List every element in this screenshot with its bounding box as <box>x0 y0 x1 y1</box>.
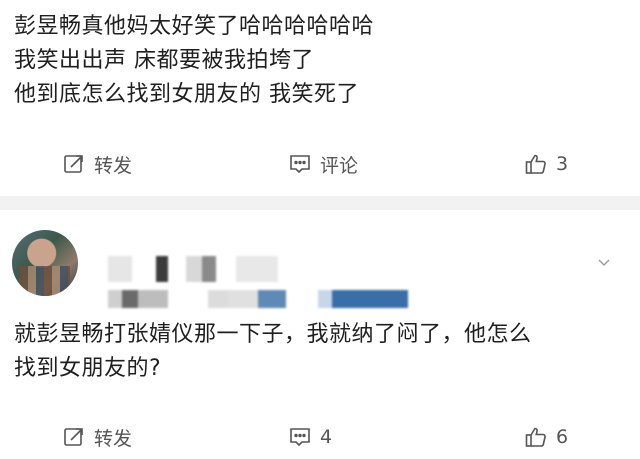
comment-button[interactable]: 评论 <box>288 142 358 186</box>
divider <box>0 196 640 210</box>
post-text-line: 找到女朋友的? <box>14 356 162 381</box>
post-text-line: 我笑出出声 床都要被我拍垮了 <box>14 48 314 73</box>
repost-label: 转发 <box>94 427 133 450</box>
like-count: 6 <box>556 426 569 448</box>
chevron-down-icon[interactable] <box>596 254 612 270</box>
post-text: 就彭昱畅打张婧仪那一下子，我就纳了闷了，他怎么 找到女朋友的? <box>14 318 626 386</box>
action-bar: 转发 评论 3 <box>0 142 640 186</box>
like-count: 3 <box>556 153 569 175</box>
post-card: 就彭昱畅打张婧仪那一下子，我就纳了闷了，他怎么 找到女朋友的? 转发 4 6 <box>0 210 640 459</box>
comment-icon <box>290 155 310 174</box>
repost-button[interactable]: 转发 <box>62 415 132 459</box>
comment-label: 评论 <box>320 154 359 177</box>
avatar[interactable] <box>12 230 78 296</box>
action-bar: 转发 4 6 <box>0 415 640 459</box>
repost-icon <box>64 155 83 173</box>
comment-count: 4 <box>320 426 333 448</box>
post-text-line: 彭昱畅真他妈太好笑了哈哈哈哈哈哈 <box>14 14 375 39</box>
post-text-line: 就彭昱畅打张婧仪那一下子，我就纳了闷了，他怎么 <box>14 322 532 347</box>
repost-button[interactable]: 转发 <box>62 142 132 186</box>
username-blurred <box>108 256 278 282</box>
comment-icon <box>290 428 310 447</box>
author-header <box>12 230 612 308</box>
post-meta-blurred <box>108 290 408 308</box>
thumbs-up-icon <box>525 427 546 447</box>
like-button[interactable]: 3 <box>524 142 568 186</box>
repost-icon <box>64 428 83 446</box>
comment-button[interactable]: 4 <box>288 415 332 459</box>
post-text-line: 他到底怎么找到女朋友的 我笑死了 <box>14 82 359 107</box>
thumbs-up-icon <box>525 154 546 174</box>
post-card: 彭昱畅真他妈太好笑了哈哈哈哈哈哈 我笑出出声 床都要被我拍垮了 他到底怎么找到女… <box>0 0 640 196</box>
like-button[interactable]: 6 <box>524 415 568 459</box>
post-text: 彭昱畅真他妈太好笑了哈哈哈哈哈哈 我笑出出声 床都要被我拍垮了 他到底怎么找到女… <box>14 10 626 112</box>
repost-label: 转发 <box>94 154 133 177</box>
